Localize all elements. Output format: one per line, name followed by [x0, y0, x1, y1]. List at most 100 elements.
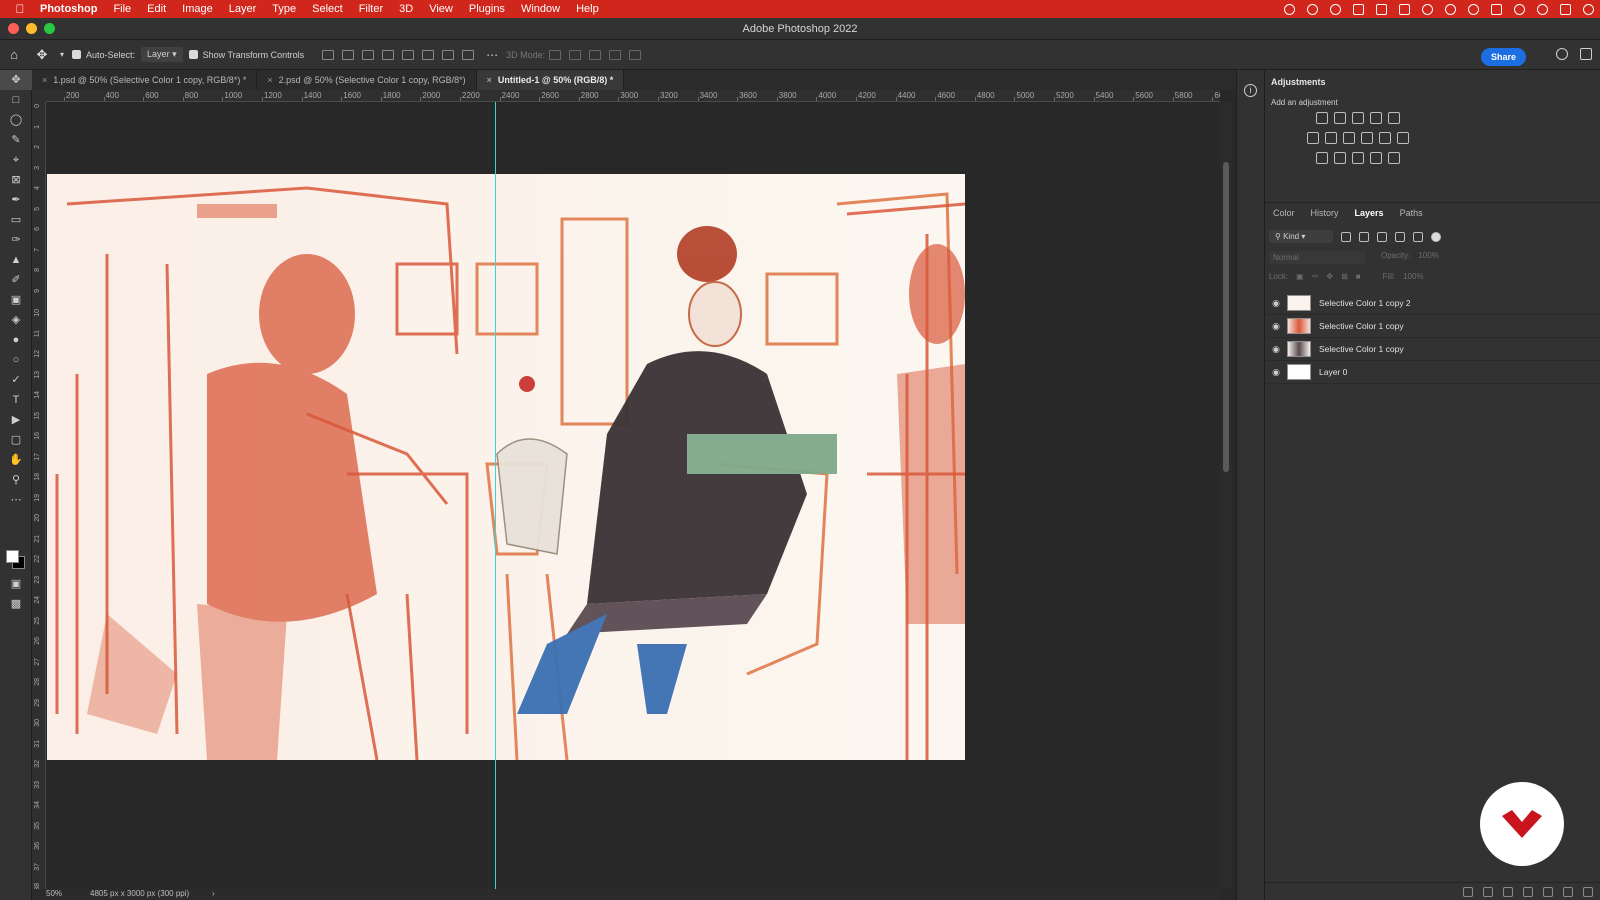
filter-adjustment-icon[interactable] — [1359, 231, 1369, 242]
vertical-guide-line[interactable] — [495, 102, 496, 889]
distribute-icon[interactable] — [382, 49, 395, 60]
lasso-tool-icon[interactable]: ◯ — [0, 110, 32, 130]
color-balance-icon[interactable] — [1325, 132, 1337, 144]
chevron-down-icon[interactable]: ▾ — [60, 50, 64, 59]
opacity-value[interactable]: 100% — [1418, 251, 1438, 264]
quick-mask-icon[interactable]: ▣ — [0, 574, 32, 594]
move-tool-icon[interactable]: ✥ — [0, 70, 32, 90]
channel-mixer-icon[interactable] — [1379, 132, 1391, 144]
lock-transparent-icon[interactable]: ▣ — [1296, 272, 1304, 281]
align-top-icon[interactable] — [402, 49, 415, 60]
close-window-icon[interactable] — [8, 23, 19, 34]
dodge-tool-icon[interactable]: ○ — [0, 350, 32, 370]
marquee-tool-icon[interactable]: □ — [0, 90, 32, 110]
menu-plugins[interactable]: Plugins — [469, 3, 505, 15]
app-menu[interactable]: Photoshop — [40, 3, 97, 15]
visibility-eye-icon[interactable]: ◉ — [1265, 321, 1287, 332]
brightness-icon[interactable] — [1316, 112, 1328, 124]
menu-layer[interactable]: Layer — [229, 3, 257, 15]
visibility-eye-icon[interactable]: ◉ — [1265, 367, 1287, 378]
power-icon[interactable] — [1583, 3, 1594, 15]
threshold-icon[interactable] — [1352, 152, 1364, 164]
blur-tool-icon[interactable]: ● — [0, 330, 32, 350]
delete-layer-icon[interactable] — [1583, 886, 1593, 897]
color-lookup-icon[interactable] — [1397, 132, 1409, 144]
distribute-vertical-icon[interactable] — [462, 49, 475, 60]
photo-filter-icon[interactable] — [1361, 132, 1373, 144]
filter-pixel-icon[interactable] — [1341, 231, 1351, 242]
adjustments-title[interactable]: Adjustments — [1265, 74, 1600, 90]
filter-smart-object-icon[interactable] — [1413, 231, 1423, 242]
flag-icon[interactable] — [1491, 3, 1502, 15]
healing-brush-tool-icon[interactable]: ▭ — [0, 210, 32, 230]
new-group-icon[interactable] — [1543, 886, 1553, 897]
path-select-tool-icon[interactable]: ▶ — [0, 410, 32, 430]
menu-edit[interactable]: Edit — [147, 3, 166, 15]
zoom-level[interactable]: 50% — [46, 889, 62, 898]
menu-window[interactable]: Window — [521, 3, 560, 15]
vertical-scrollbar[interactable] — [1220, 102, 1232, 889]
edit-toolbar-icon[interactable]: ⋯ — [0, 490, 32, 510]
control-center-icon[interactable] — [1560, 3, 1571, 15]
lock-pixels-icon[interactable]: ✑ — [1312, 272, 1319, 281]
close-tab-icon[interactable]: × — [267, 75, 272, 85]
levels-icon[interactable] — [1334, 112, 1346, 124]
3d-slide-icon[interactable] — [609, 49, 622, 60]
tab-doc-1[interactable]: × 1.psd @ 50% (Selective Color 1 copy, RG… — [32, 70, 258, 90]
creative-cloud-icon[interactable] — [1284, 3, 1295, 15]
align-center-icon[interactable] — [342, 49, 355, 60]
home-icon[interactable]: ⌂ — [0, 47, 28, 62]
menu-type[interactable]: Type — [272, 3, 296, 15]
new-layer-icon[interactable] — [1563, 886, 1573, 897]
invert-icon[interactable] — [1316, 152, 1328, 164]
layer-row[interactable]: ◉ Selective Color 1 copy — [1265, 338, 1600, 361]
more-options-icon[interactable]: ⋯ — [486, 48, 498, 62]
zoom-tool-icon[interactable]: ⚲ — [0, 470, 32, 490]
foreground-color-swatch[interactable] — [6, 550, 19, 563]
zoom-window-icon[interactable] — [44, 23, 55, 34]
curves-icon[interactable] — [1352, 112, 1364, 124]
canvas-pasteboard[interactable] — [46, 102, 1220, 889]
new-adjustment-icon[interactable] — [1523, 886, 1533, 897]
align-left-icon[interactable] — [322, 49, 335, 60]
menu-select[interactable]: Select — [312, 3, 343, 15]
brush-tool-icon[interactable]: ✑ — [0, 230, 32, 250]
gradient-map-icon[interactable] — [1388, 152, 1400, 164]
quick-select-tool-icon[interactable]: ✎ — [0, 130, 32, 150]
menu-file[interactable]: File — [113, 3, 131, 15]
eyedropper-tool-icon[interactable]: ✒ — [0, 190, 32, 210]
lock-all-icon[interactable]: ■ — [1356, 272, 1361, 281]
search-icon[interactable] — [1556, 48, 1568, 60]
history-brush-tool-icon[interactable]: ✐ — [0, 270, 32, 290]
visibility-eye-icon[interactable]: ◉ — [1265, 298, 1287, 309]
link-layers-icon[interactable] — [1463, 886, 1473, 897]
menu-help[interactable]: Help — [576, 3, 599, 15]
apple-menu-icon[interactable]:  — [0, 2, 40, 16]
filter-shape-icon[interactable] — [1395, 231, 1405, 242]
tab-color[interactable]: Color — [1265, 203, 1303, 222]
layer-row[interactable]: ◉ Layer 0 — [1265, 361, 1600, 384]
vertical-ruler[interactable]: 0 1 2 3 4 5 6 7 8 9 10 11 12 13 14 15 16 17 18 19 20 21 22 23 24… — [32, 102, 46, 889]
screen-mode-icon[interactable]: ▩ — [0, 594, 32, 614]
stamp-tool-icon[interactable]: ▲ — [0, 250, 32, 270]
tab-paths[interactable]: Paths — [1392, 203, 1431, 222]
layer-row[interactable]: ◉ Selective Color 1 copy — [1265, 315, 1600, 338]
filter-kind-dropdown[interactable]: ⚲ Kind ▾ — [1269, 230, 1333, 243]
horizontal-ruler[interactable]: 200 400 600 800 1000 1200 1400 1600 1800 2000 2200… — [46, 90, 1220, 102]
vibrance-icon[interactable] — [1388, 112, 1400, 124]
auto-select-dropdown[interactable]: Layer ▾ — [141, 47, 183, 62]
move-tool-preset-icon[interactable]: ✥ — [28, 47, 56, 63]
transform-controls-checkbox[interactable] — [188, 50, 198, 59]
scroll-thumb[interactable] — [1223, 162, 1229, 472]
menu-view[interactable]: View — [429, 3, 453, 15]
status-menu-arrow[interactable]: › — [212, 889, 215, 898]
record-icon[interactable] — [1330, 3, 1341, 15]
crop-tool-icon[interactable]: ⌖ — [0, 150, 32, 170]
sync-icon[interactable] — [1307, 3, 1318, 15]
rectangle-tool-icon[interactable]: ▢ — [0, 430, 32, 450]
tab-doc-3[interactable]: × Untitled-1 @ 50% (RGB/8) * — [476, 70, 625, 90]
bluetooth-icon[interactable] — [1422, 3, 1433, 15]
volume-icon[interactable] — [1445, 3, 1456, 15]
auto-select-checkbox[interactable] — [72, 50, 82, 59]
layer-style-icon[interactable] — [1483, 886, 1493, 897]
